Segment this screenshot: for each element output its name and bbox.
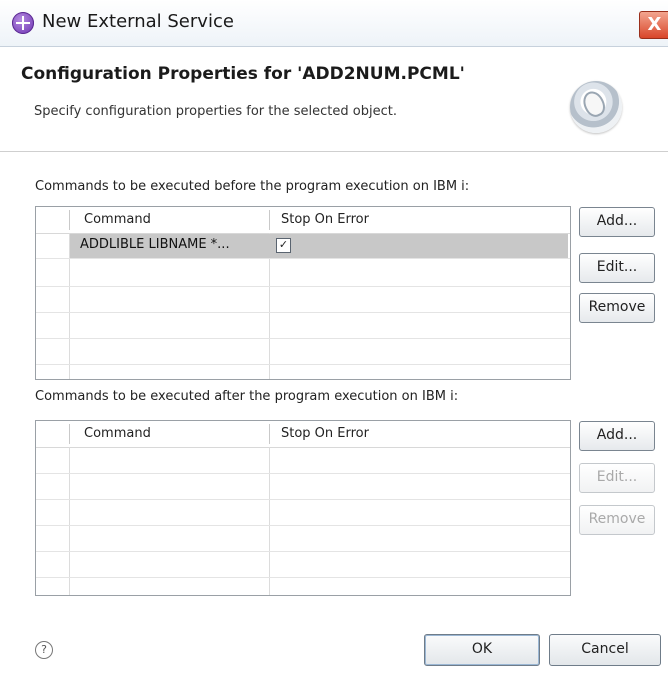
before-commands-table[interactable]: Command Stop On Error ADDLIBLE LIBNAME *… [35, 206, 571, 380]
column-header-command[interactable]: Command [84, 426, 151, 441]
after-commands-table[interactable]: Command Stop On Error [35, 420, 571, 596]
before-commands-label: Commands to be executed before the progr… [35, 179, 470, 194]
app-icon [12, 12, 34, 34]
page-description: Specify configuration properties for the… [34, 104, 397, 119]
after-remove-button[interactable]: Remove [579, 505, 655, 535]
ok-button[interactable]: OK [424, 634, 540, 666]
before-add-button[interactable]: Add... [579, 207, 655, 237]
title-bar: New External Service X [0, 0, 668, 47]
column-header-stop-on-error[interactable]: Stop On Error [281, 426, 369, 441]
help-icon[interactable]: ? [35, 641, 53, 659]
window-title: New External Service [42, 11, 234, 32]
column-header-command[interactable]: Command [84, 212, 151, 227]
command-cell[interactable]: ADDLIBLE LIBNAME *... [80, 237, 230, 252]
before-edit-button[interactable]: Edit... [579, 253, 655, 283]
after-commands-label: Commands to be executed after the progra… [35, 389, 459, 404]
wizard-banner-icon [570, 81, 622, 133]
table-header: Command Stop On Error [36, 207, 570, 234]
after-add-button[interactable]: Add... [579, 421, 655, 451]
stop-on-error-checkbox[interactable]: ✓ [276, 238, 291, 253]
page-title: Configuration Properties for 'ADD2NUM.PC… [21, 64, 465, 84]
table-header: Command Stop On Error [36, 421, 570, 448]
after-edit-button[interactable]: Edit... [579, 463, 655, 493]
before-remove-button[interactable]: Remove [579, 293, 655, 323]
cancel-button[interactable]: Cancel [549, 634, 661, 666]
close-button[interactable]: X [639, 11, 668, 39]
wizard-header: Configuration Properties for 'ADD2NUM.PC… [0, 47, 668, 152]
column-header-stop-on-error[interactable]: Stop On Error [281, 212, 369, 227]
